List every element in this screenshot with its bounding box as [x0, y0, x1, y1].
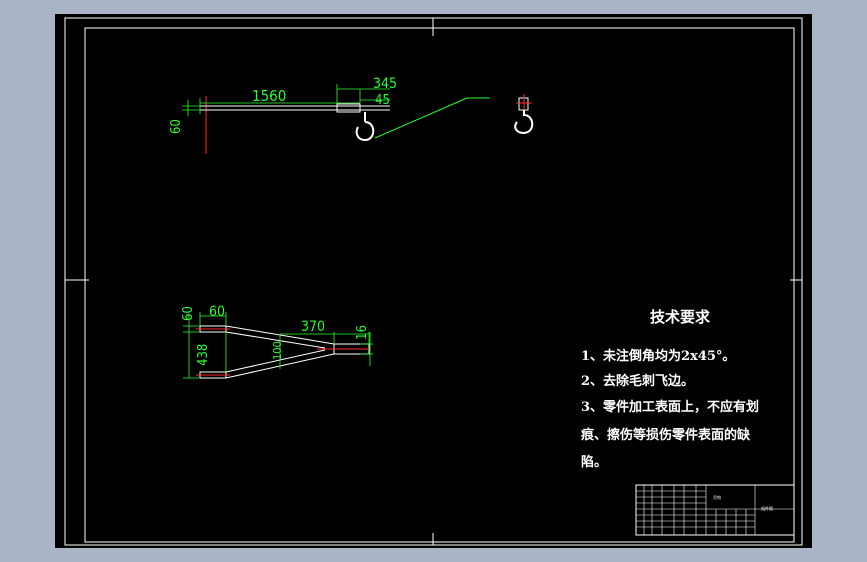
top-view: 1560 345 45 60: [169, 76, 534, 154]
tech-note-line-2: 2、去除毛刺飞边。: [581, 374, 695, 389]
bottom-view: 60 60 370 16 438 100: [181, 304, 373, 379]
sheet-outer-frame: [64, 17, 803, 546]
dim-taper: 370: [301, 319, 325, 335]
tech-note-line-5: 陷。: [581, 455, 608, 470]
beam-hook: [355, 112, 375, 142]
hook-detail: [514, 94, 534, 135]
dim-left-top: 60: [181, 306, 196, 321]
centring-marks: [65, 18, 802, 545]
dim-length: 1560: [252, 87, 286, 105]
dim-right: 16: [355, 325, 370, 340]
tech-note-line-1: 1、未注倒角均为2x45°。: [581, 349, 736, 364]
leader-line: [374, 97, 490, 139]
title-part-name: 吊钩: [713, 494, 721, 500]
dim-hook: 345: [373, 76, 397, 92]
tech-notes-heading: 技术要求: [650, 308, 711, 326]
tech-note-line-4: 痕、擦伤等损伤零件表面的缺: [581, 428, 751, 443]
dim-height: 60: [169, 119, 184, 134]
dim-left-width: 60: [209, 304, 225, 320]
cad-viewport: 1560 345 45 60 60 60 370 16 438 100 吊钩 组…: [55, 14, 812, 548]
dim-inner: 100: [271, 341, 284, 360]
drawing-canvas: 1560 345 45 60 60 60 370 16 438 100 吊钩 组…: [64, 17, 803, 546]
beam: [200, 103, 390, 113]
dim-small: 45: [375, 93, 390, 108]
title-block: 吊钩 组件图: [635, 484, 795, 536]
dim-span: 438: [196, 344, 211, 366]
tech-note-line-3: 3、零件加工表面上，不应有划: [581, 400, 760, 415]
title-drawing-name: 组件图: [761, 505, 773, 511]
sheet-inner-frame: [84, 27, 795, 543]
